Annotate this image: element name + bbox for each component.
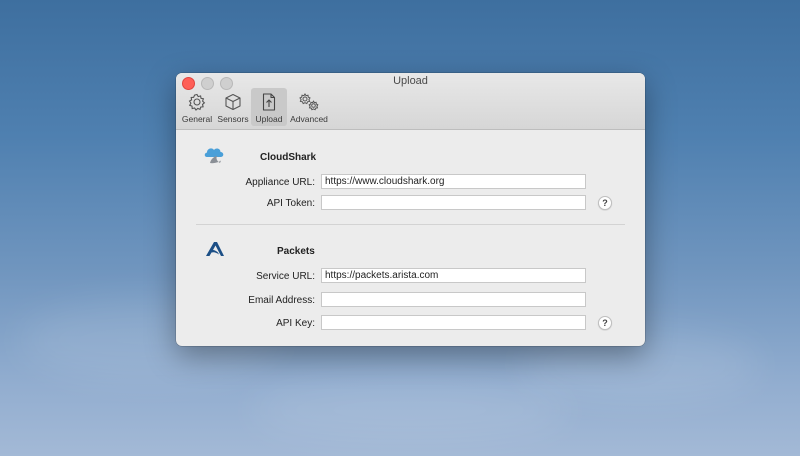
gears-icon <box>299 93 319 111</box>
service-url-field[interactable] <box>321 268 586 283</box>
tab-advanced[interactable]: Advanced <box>287 88 331 126</box>
tab-upload-label: Upload <box>255 114 283 124</box>
packets-title: Packets <box>277 246 315 257</box>
tab-sensors[interactable]: Sensors <box>215 88 251 126</box>
upload-pane: CloudShark Appliance URL: API Token: ? P… <box>176 130 645 346</box>
api-key-label: API Key: <box>276 318 315 329</box>
email-address-field[interactable] <box>321 292 586 307</box>
cloudshark-help-button[interactable]: ? <box>598 196 612 210</box>
appliance-url-field[interactable] <box>321 174 586 189</box>
email-address-label: Email Address: <box>248 295 315 306</box>
section-divider <box>196 224 625 225</box>
cloudshark-title: CloudShark <box>260 152 317 163</box>
background-cloud <box>250 380 570 440</box>
packets-help-button[interactable]: ? <box>598 316 612 330</box>
appliance-url-label: Appliance URL: <box>245 177 315 188</box>
cube-icon <box>225 93 241 111</box>
tab-upload[interactable]: Upload <box>251 88 287 126</box>
service-url-label: Service URL: <box>256 271 315 282</box>
cloudshark-logo <box>204 148 224 164</box>
api-token-field[interactable] <box>321 195 586 210</box>
preferences-window: Upload General Sensors Upload Advanced C… <box>176 73 645 346</box>
window-title: Upload <box>393 75 428 87</box>
tab-advanced-label: Advanced <box>290 114 328 124</box>
tab-general-label: General <box>181 114 213 124</box>
api-key-field[interactable] <box>321 315 586 330</box>
tab-general[interactable]: General <box>179 88 215 126</box>
gear-icon <box>188 93 206 111</box>
arista-logo <box>206 242 224 256</box>
api-token-label: API Token: <box>266 198 315 209</box>
preferences-toolbar: General Sensors Upload Advanced <box>179 88 331 126</box>
upload-document-icon <box>262 93 276 111</box>
title-bar: Upload General Sensors Upload Advanced <box>176 73 645 130</box>
tab-sensors-label: Sensors <box>217 114 249 124</box>
